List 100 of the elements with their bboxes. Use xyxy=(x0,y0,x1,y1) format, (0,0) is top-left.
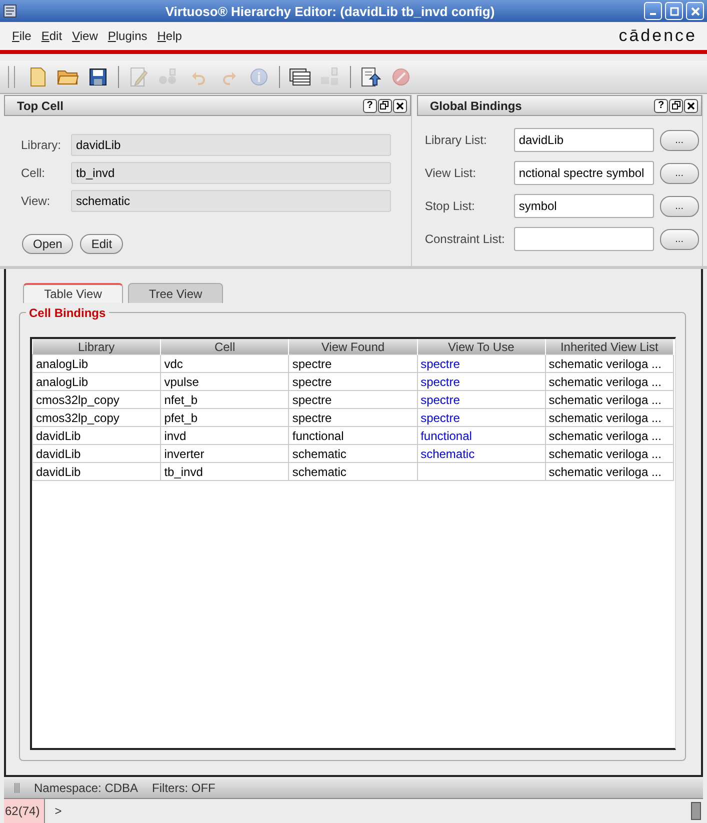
stop-icon xyxy=(392,68,410,86)
table-cell: schematic veriloga ... xyxy=(545,408,674,426)
table-cell: cmos32lp_copy xyxy=(32,408,161,426)
table-cell: nfet_b xyxy=(160,390,289,408)
table-cell: inverter xyxy=(160,444,289,462)
field-label: Cell: xyxy=(21,166,46,180)
history-count: 62(74) xyxy=(4,799,45,823)
column-header[interactable]: Inherited View List xyxy=(545,339,674,354)
group-title: Cell Bindings xyxy=(26,306,109,320)
table-cell: schematic xyxy=(288,444,418,462)
export-page-icon xyxy=(361,67,381,87)
table-icon xyxy=(289,68,311,86)
menu-item[interactable]: File xyxy=(12,29,32,43)
maximize-icon xyxy=(670,6,678,16)
action-button[interactable]: Edit xyxy=(80,234,124,254)
view-link[interactable]: functional xyxy=(417,426,546,444)
view-link[interactable]: spectre xyxy=(417,390,546,408)
table-cell: analogLib xyxy=(32,372,161,390)
readonly-field: davidLib xyxy=(71,134,391,156)
action-button[interactable]: Open xyxy=(22,234,74,254)
table-cell: schematic xyxy=(288,462,418,480)
restore-icon xyxy=(380,101,390,110)
table-cell: vdc xyxy=(160,354,289,372)
tab[interactable]: Table View xyxy=(23,283,123,303)
table-cell: spectre xyxy=(288,372,418,390)
table-cell: cmos32lp_copy xyxy=(32,390,161,408)
column-header[interactable]: Cell xyxy=(160,339,289,354)
browse-button[interactable]: ... xyxy=(660,162,699,184)
restore-icon xyxy=(672,101,680,110)
table-cell: schematic veriloga ... xyxy=(545,372,674,390)
maximize-button[interactable] xyxy=(665,2,683,20)
info-icon xyxy=(250,68,268,86)
menu-item[interactable]: Help xyxy=(157,29,182,43)
menu-item[interactable]: Plugins xyxy=(108,29,148,43)
help-button[interactable]: ? xyxy=(362,98,377,112)
view-link[interactable]: spectre xyxy=(417,372,546,390)
redo-icon xyxy=(221,69,237,85)
filters-status: Filters: OFF xyxy=(152,781,216,795)
field-label: View List: xyxy=(424,166,477,180)
restore-button[interactable] xyxy=(378,98,392,112)
browse-button[interactable]: ... xyxy=(660,130,699,150)
table-cell: schematic veriloga ... xyxy=(545,444,674,462)
readonly-field: schematic xyxy=(71,190,391,212)
column-header[interactable]: Library xyxy=(32,339,161,354)
restore-button[interactable] xyxy=(669,98,683,112)
command-line[interactable]: 62(74) > xyxy=(4,798,703,823)
close-icon xyxy=(396,102,404,110)
menu-item[interactable]: Edit xyxy=(41,29,62,43)
prompt: > xyxy=(54,804,63,818)
column-header[interactable]: View Found xyxy=(288,339,418,354)
readonly-field: tb_invd xyxy=(71,162,391,184)
input-field[interactable]: nctional spectre symbol xyxy=(514,161,654,185)
input-field[interactable] xyxy=(514,227,654,251)
close-icon xyxy=(687,102,695,110)
tab[interactable]: Tree View xyxy=(128,283,223,303)
namespace-status: Namespace: CDBA xyxy=(34,781,138,795)
close-icon xyxy=(690,6,700,16)
help-button[interactable]: ? xyxy=(654,98,668,112)
minimize-button[interactable] xyxy=(644,2,662,20)
logo: cādence xyxy=(618,26,697,46)
close-button[interactable] xyxy=(684,98,698,112)
table-cell: schematic veriloga ... xyxy=(545,390,674,408)
window-title: Virtuoso® Hierarchy Editor: (davidLib tb_invd config) xyxy=(164,4,496,18)
grip-icon xyxy=(14,783,20,793)
pencil-page-icon xyxy=(130,67,148,87)
scrollbar-thumb[interactable] xyxy=(691,802,701,820)
table-cell: analogLib xyxy=(32,354,161,372)
table-cell: spectre xyxy=(288,354,418,372)
column-header[interactable]: View To Use xyxy=(417,339,546,354)
browse-button[interactable]: ... xyxy=(660,196,699,216)
input-field[interactable]: symbol xyxy=(514,194,654,218)
table-cell: davidLib xyxy=(32,426,161,444)
table-cell: spectre xyxy=(288,390,418,408)
table-cell: pfet_b xyxy=(160,408,289,426)
table-cell: vpulse xyxy=(160,372,289,390)
app-icon xyxy=(3,3,19,19)
table-cell: invd xyxy=(160,426,289,444)
field-label: Constraint List: xyxy=(424,232,506,246)
table-cell: schematic veriloga ... xyxy=(545,426,674,444)
table-cell: tb_invd xyxy=(160,462,289,480)
table-cell: davidLib xyxy=(32,462,161,480)
field-label: Stop List: xyxy=(424,199,476,213)
table-cell: spectre xyxy=(288,408,418,426)
tree-icon xyxy=(320,67,340,87)
table-cell: schematic veriloga ... xyxy=(545,462,674,480)
field-label: View: xyxy=(21,194,52,208)
field-label: Library: xyxy=(21,138,62,152)
view-link[interactable]: schematic xyxy=(417,444,546,462)
close-button[interactable] xyxy=(392,98,407,112)
folder-icon xyxy=(57,69,79,85)
browse-button[interactable]: ... xyxy=(660,228,699,250)
panel-title: Global Bindings xyxy=(430,98,523,112)
table-cell: schematic veriloga ... xyxy=(545,354,674,372)
menu-item[interactable]: View xyxy=(72,29,98,43)
toolbar-grip[interactable] xyxy=(8,66,15,88)
table-cell: functional xyxy=(288,426,418,444)
view-link[interactable]: spectre xyxy=(417,408,546,426)
panel-title: Top Cell xyxy=(17,98,64,112)
view-link[interactable]: spectre xyxy=(417,354,546,372)
input-field[interactable]: davidLib xyxy=(514,128,654,152)
